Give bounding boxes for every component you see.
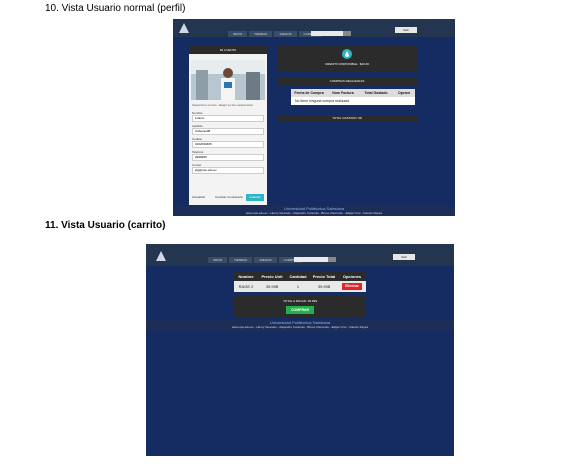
profile-card: MI CUENTA Seleccione su foto - Elegir su… (189, 46, 267, 205)
cart-header-cantidad: Cantidad (289, 274, 307, 279)
cart-header-precio: Precio Unit (261, 274, 283, 279)
history-header-total: Total Gastado (364, 91, 388, 95)
nav-juegos[interactable]: JUEGOS (274, 31, 297, 37)
brand-logo-icon (179, 23, 189, 33)
save-button[interactable]: Guardar (246, 194, 264, 201)
cart-header-total: Precio Total (312, 274, 336, 279)
footer-links[interactable]: www.ups.edu.ec - Henry Guaman - Alejandr… (146, 325, 454, 329)
history-header-opcion: Opcion (397, 91, 411, 95)
footer: Universidad Politécnica Salesiana www.up… (146, 320, 454, 332)
profile-view-screenshot: INICIO TIENDAS JUEGOS CARRITO Salir MI C… (173, 19, 455, 216)
cart-header-nombre: Nombre (238, 274, 254, 279)
cart-cell-total: 39.99$ (317, 284, 331, 289)
nav-tiendas[interactable]: TIENDAS (229, 257, 253, 263)
cart-cell-cantidad: 1 (296, 284, 300, 289)
cart-summary: TOTAL A PAGAR: 39.99$ COMPRAR (234, 296, 366, 318)
buy-button[interactable]: COMPRAR (286, 306, 314, 314)
search-button[interactable] (343, 31, 351, 36)
credit-panel: CREDITO DISPONIBLE : $20.00 (277, 46, 417, 71)
total-to-pay: TOTAL A PAGAR: 39.99$ (283, 299, 317, 303)
cart-row: RAGE 2 39.99$ 1 39.99$ Eliminar (234, 281, 366, 292)
top-navbar: INICIO TIENDAS JUEGOS CARRITO Salir (146, 244, 454, 266)
footer: Universidad Politécnica Salesiana www.up… (173, 206, 455, 216)
field-correo[interactable]: jdg@ups.edu.ec (192, 167, 264, 174)
footer-links[interactable]: www.ups.edu.ec - Henry Guaman - Alejandr… (173, 211, 455, 215)
field-apellido[interactable]: Cabezas08 (192, 128, 264, 135)
caption-cart-view: 11. Vista Usuario (carrito) (45, 220, 166, 231)
top-navbar: INICIO TIENDAS JUEGOS CARRITO Salir (173, 19, 455, 37)
nav-inicio[interactable]: INICIO (208, 257, 228, 263)
cart-cell-precio: 39.99$ (265, 284, 279, 289)
photo-note: Seleccione su foto - Elegir su foto sele… (192, 103, 253, 107)
profile-photo[interactable] (191, 60, 265, 100)
profile-title: MI CUENTA (189, 46, 267, 54)
search-input[interactable] (294, 257, 328, 262)
delete-item-button[interactable]: Eliminar (342, 283, 362, 290)
field-telefono[interactable]: 0999999 (192, 154, 264, 161)
cart-cell-nombre: RAGE 2 (238, 284, 254, 289)
update-link[interactable]: Actualizar (192, 195, 205, 199)
logout-button[interactable]: Salir (393, 254, 415, 260)
search-button[interactable] (328, 257, 336, 262)
caption-profile-view: 10. Vista Usuario normal (perfil) (45, 3, 186, 14)
history-header-factura: Num Factura (332, 91, 354, 95)
nav-tiendas[interactable]: TIENDAS (249, 31, 273, 37)
history-title: COMPRAS REALIZADAS (277, 77, 417, 85)
field-cedula[interactable]: 0102030405 (192, 141, 264, 148)
total-spent: TOTAL GASTADO: 0$ (277, 115, 417, 122)
credit-text: CREDITO DISPONIBLE : $20.00 (325, 62, 369, 66)
field-nombre[interactable]: Franco (192, 115, 264, 122)
brand-logo-icon (156, 251, 166, 261)
cart-header-opciones: Opciones (342, 274, 362, 279)
water-drop-icon (342, 49, 352, 59)
history-table: Fecha de Compra Num Factura Total Gastad… (291, 89, 415, 111)
cart-table: Nombre Precio Unit Cantidad Precio Total… (234, 272, 366, 292)
history-empty-message: No tiene ninguna compra realizada (291, 97, 415, 105)
nav-juegos[interactable]: JUEGOS (254, 257, 277, 263)
cart-view-screenshot: INICIO TIENDAS JUEGOS CARRITO Salir Nomb… (146, 244, 454, 456)
nav-inicio[interactable]: INICIO (228, 31, 248, 37)
search-input[interactable] (311, 31, 343, 36)
change-password-link[interactable]: Cambiar Contraseña (215, 195, 243, 199)
logout-button[interactable]: Salir (395, 27, 417, 33)
history-header-fecha: Fecha de Compra (294, 91, 324, 95)
